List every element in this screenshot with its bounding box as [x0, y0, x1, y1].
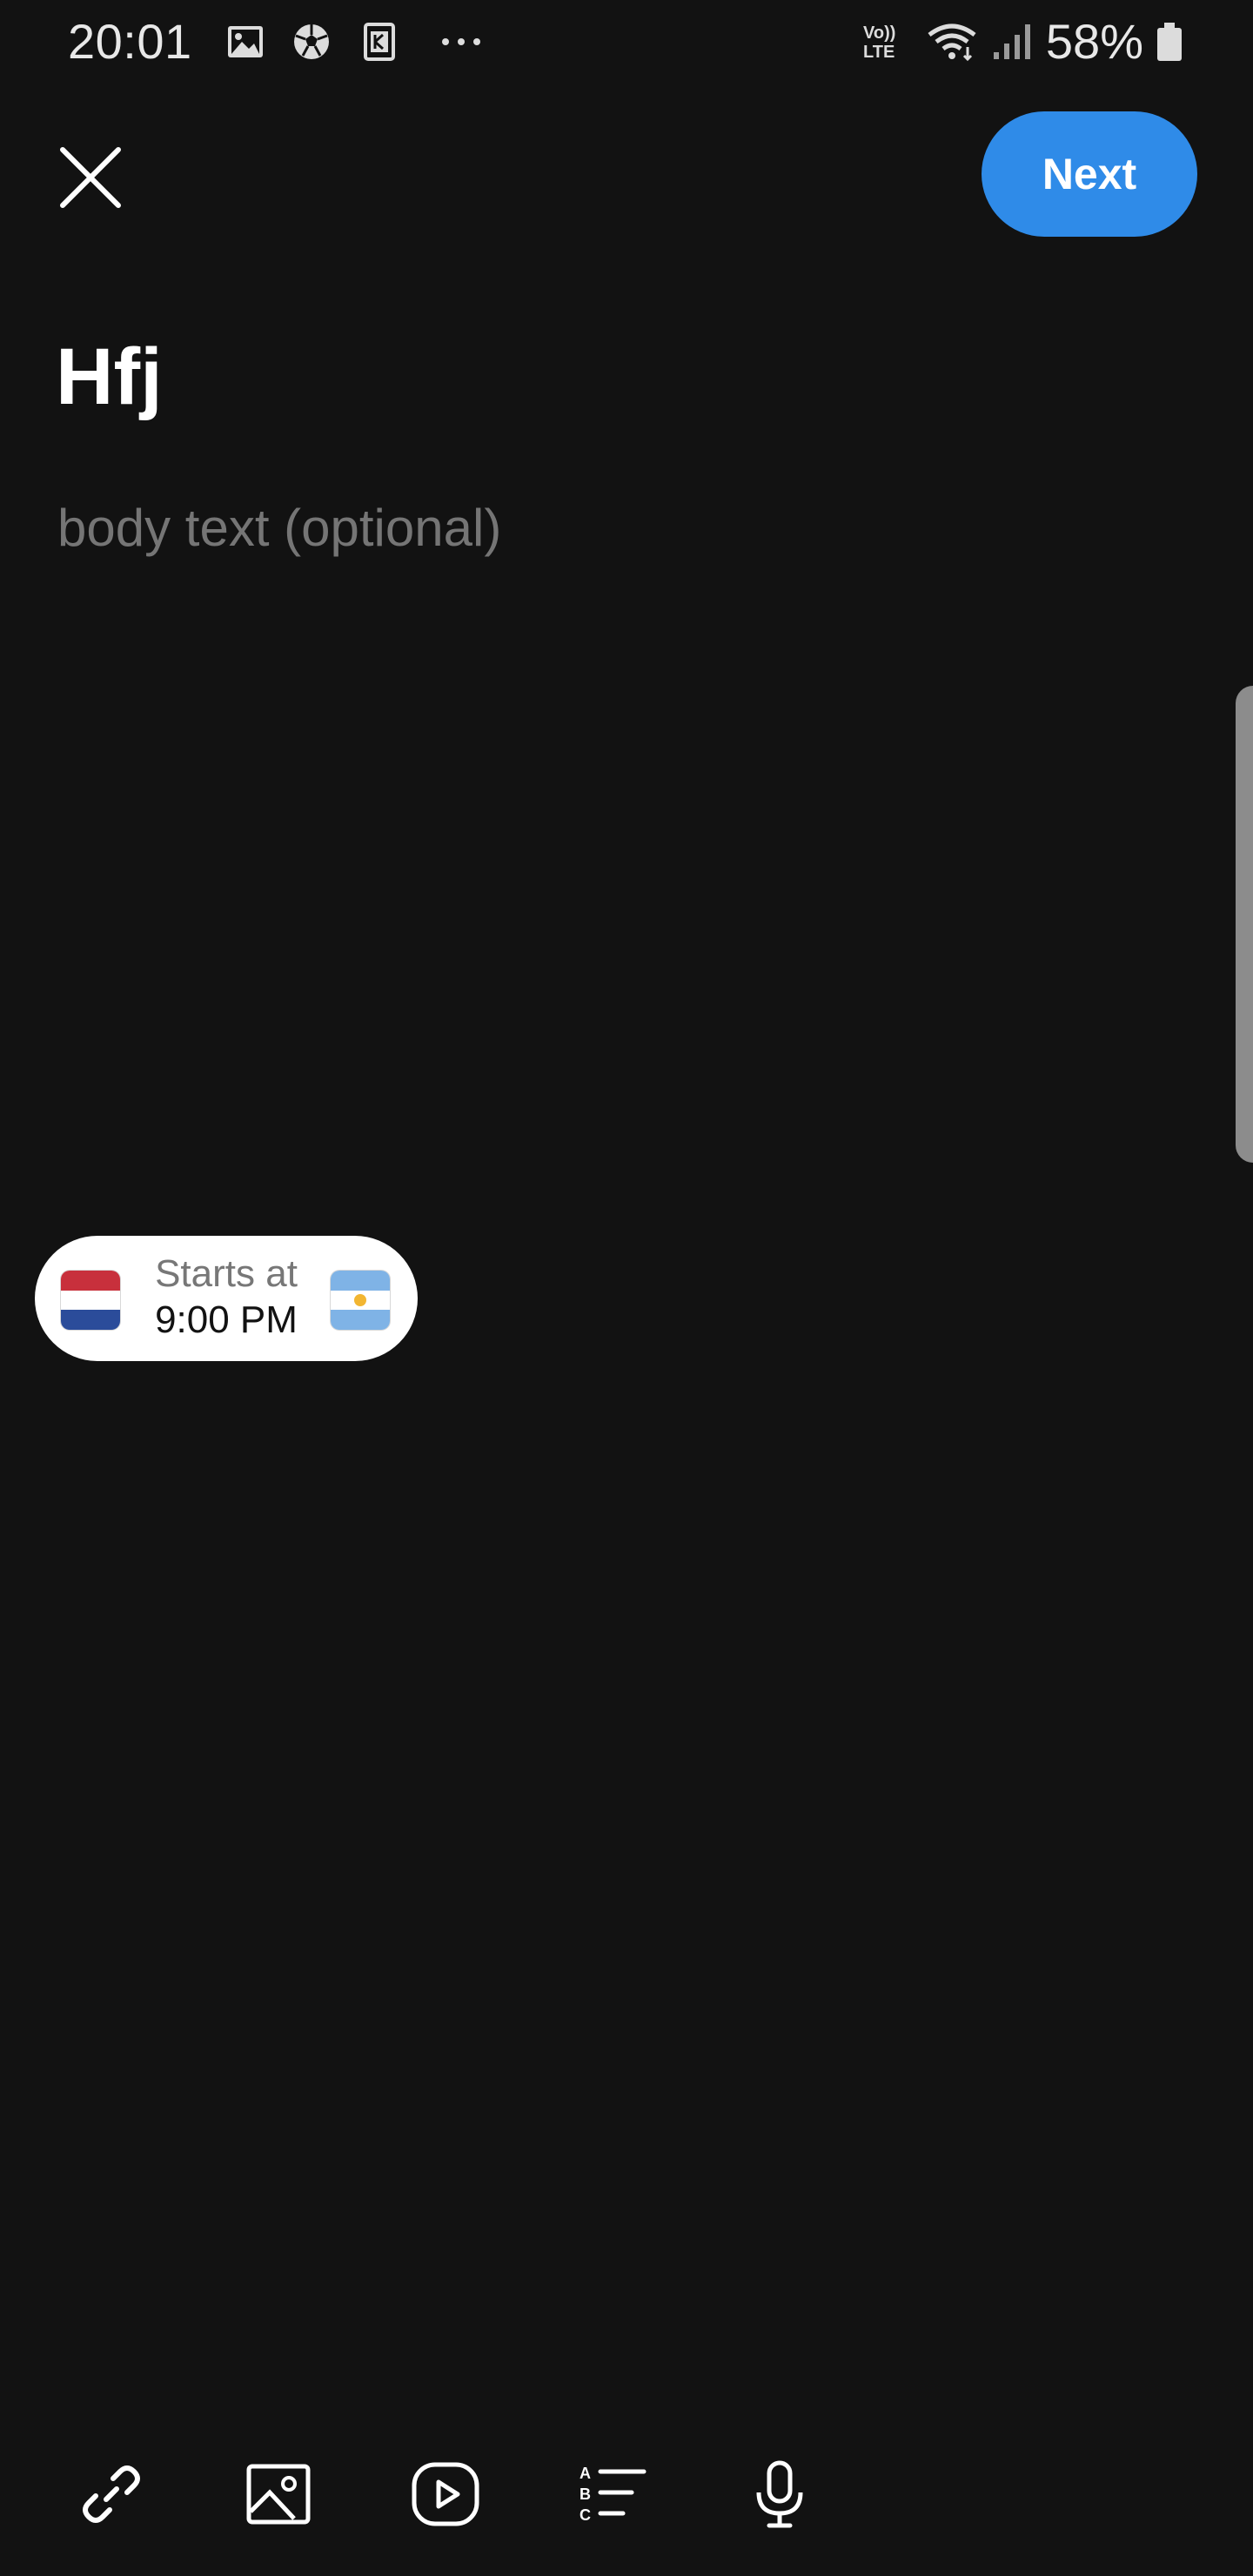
- status-time: 20:01: [68, 14, 192, 69]
- soccer-ball-icon: [291, 21, 332, 63]
- svg-text:C: C: [580, 2506, 591, 2524]
- k-app-icon: [358, 21, 400, 63]
- status-bar: 20:01 Vo)) LTE 58%: [0, 0, 1253, 84]
- image-notification-icon: [224, 21, 266, 63]
- close-button[interactable]: [52, 139, 129, 216]
- video-icon: [412, 2462, 479, 2526]
- image-button[interactable]: [242, 2458, 315, 2531]
- more-dots-icon: [440, 21, 482, 63]
- match-status-label: Starts at: [155, 1252, 298, 1295]
- microphone-button[interactable]: [743, 2458, 816, 2531]
- battery-percent: 58%: [1045, 14, 1143, 69]
- match-start-time: 9:00 PM: [155, 1298, 298, 1341]
- poll-icon: A B C: [580, 2465, 647, 2524]
- battery-icon: [1154, 21, 1185, 63]
- volte-icon: Vo)) LTE: [861, 21, 910, 63]
- video-button[interactable]: [409, 2458, 482, 2531]
- close-icon: [60, 147, 121, 208]
- microphone-icon: [756, 2460, 803, 2528]
- svg-text:Vo)): Vo)): [863, 23, 895, 43]
- scroll-handle[interactable]: [1236, 686, 1253, 1163]
- link-button[interactable]: [75, 2458, 148, 2531]
- composer-toolbar: A B C: [0, 2440, 1253, 2545]
- post-title[interactable]: Hfj: [56, 329, 163, 425]
- image-icon: [246, 2464, 311, 2525]
- svg-text:LTE: LTE: [863, 43, 895, 62]
- svg-text:A: A: [580, 2465, 591, 2482]
- svg-text:B: B: [580, 2485, 591, 2503]
- netherlands-flag-icon: [61, 1271, 120, 1330]
- argentina-flag-icon: [331, 1271, 390, 1330]
- poll-button[interactable]: A B C: [576, 2458, 649, 2531]
- match-pill[interactable]: Starts at 9:00 PM: [35, 1236, 418, 1361]
- signal-icon: [990, 21, 1032, 63]
- body-text-input[interactable]: [56, 493, 1190, 564]
- wifi-icon: [926, 21, 978, 63]
- link-icon: [83, 2465, 140, 2523]
- next-button[interactable]: Next: [982, 111, 1197, 237]
